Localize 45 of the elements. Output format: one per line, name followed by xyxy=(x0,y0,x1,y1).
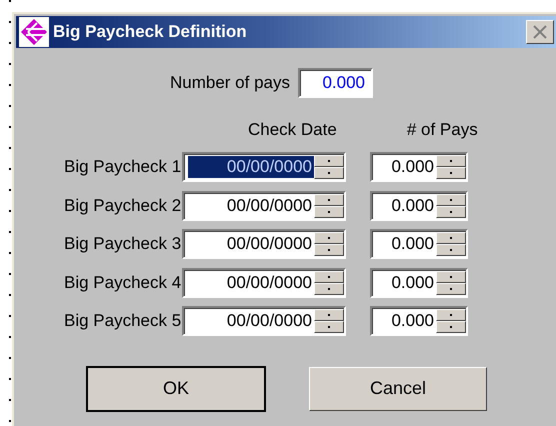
date-value: 00/00/0000 xyxy=(226,272,313,294)
date-field[interactable]: 00/00/0000 xyxy=(182,152,346,182)
spin-buttons[interactable] xyxy=(314,270,344,295)
date-field[interactable]: 00/00/0000 xyxy=(182,306,346,336)
spin-buttons[interactable] xyxy=(436,270,466,295)
date-field[interactable]: 00/00/0000 xyxy=(182,190,346,221)
column-header: # of Pays xyxy=(406,120,478,140)
column-header: Check Date xyxy=(248,120,337,140)
window-title: Big Paycheck Definition xyxy=(53,22,247,42)
date-field[interactable]: 00/00/0000 xyxy=(182,268,346,298)
number-of-pays-field[interactable]: 0.000 xyxy=(298,68,373,98)
pays-value: 0.000 xyxy=(390,310,435,332)
spin-buttons[interactable] xyxy=(436,309,466,334)
pays-field[interactable]: 0.000 xyxy=(370,268,468,298)
row-label: Big Paycheck 1 xyxy=(63,157,182,178)
pays-field[interactable]: 0.000 xyxy=(370,190,468,221)
pays-value: 0.000 xyxy=(390,272,435,294)
pays-value: 0.000 xyxy=(390,194,435,217)
dialog-button[interactable]: OK xyxy=(87,366,265,410)
close-button[interactable] xyxy=(526,20,554,44)
spin-buttons[interactable] xyxy=(314,309,344,334)
pays-value: 0.000 xyxy=(390,233,435,256)
spin-buttons[interactable] xyxy=(314,232,344,256)
spin-buttons[interactable] xyxy=(436,155,466,180)
pays-field[interactable]: 0.000 xyxy=(370,229,468,260)
dialog-button[interactable]: Cancel xyxy=(309,366,487,410)
row-label: Big Paycheck 2 xyxy=(63,196,182,216)
diamond-arrow-icon xyxy=(19,17,49,47)
pays-field[interactable]: 0.000 xyxy=(370,152,468,182)
row-label: Big Paycheck 4 xyxy=(63,272,182,293)
spin-buttons[interactable] xyxy=(314,155,344,180)
close-icon xyxy=(532,25,548,39)
pays-value: 0.000 xyxy=(390,156,435,178)
field-label: Number of pays xyxy=(170,73,290,93)
date-value: 00/00/0000 xyxy=(188,156,314,178)
row-label: Big Paycheck 5 xyxy=(63,311,182,332)
pays-field[interactable]: 0.000 xyxy=(370,306,468,336)
spin-buttons[interactable] xyxy=(436,194,466,218)
spin-buttons[interactable] xyxy=(436,232,466,256)
row-label: Big Paycheck 3 xyxy=(63,234,182,254)
date-field[interactable]: 00/00/0000 xyxy=(182,229,346,260)
date-value: 00/00/0000 xyxy=(226,233,313,256)
date-value: 00/00/0000 xyxy=(226,310,313,332)
spin-buttons[interactable] xyxy=(314,194,344,218)
date-value: 00/00/0000 xyxy=(226,194,313,217)
